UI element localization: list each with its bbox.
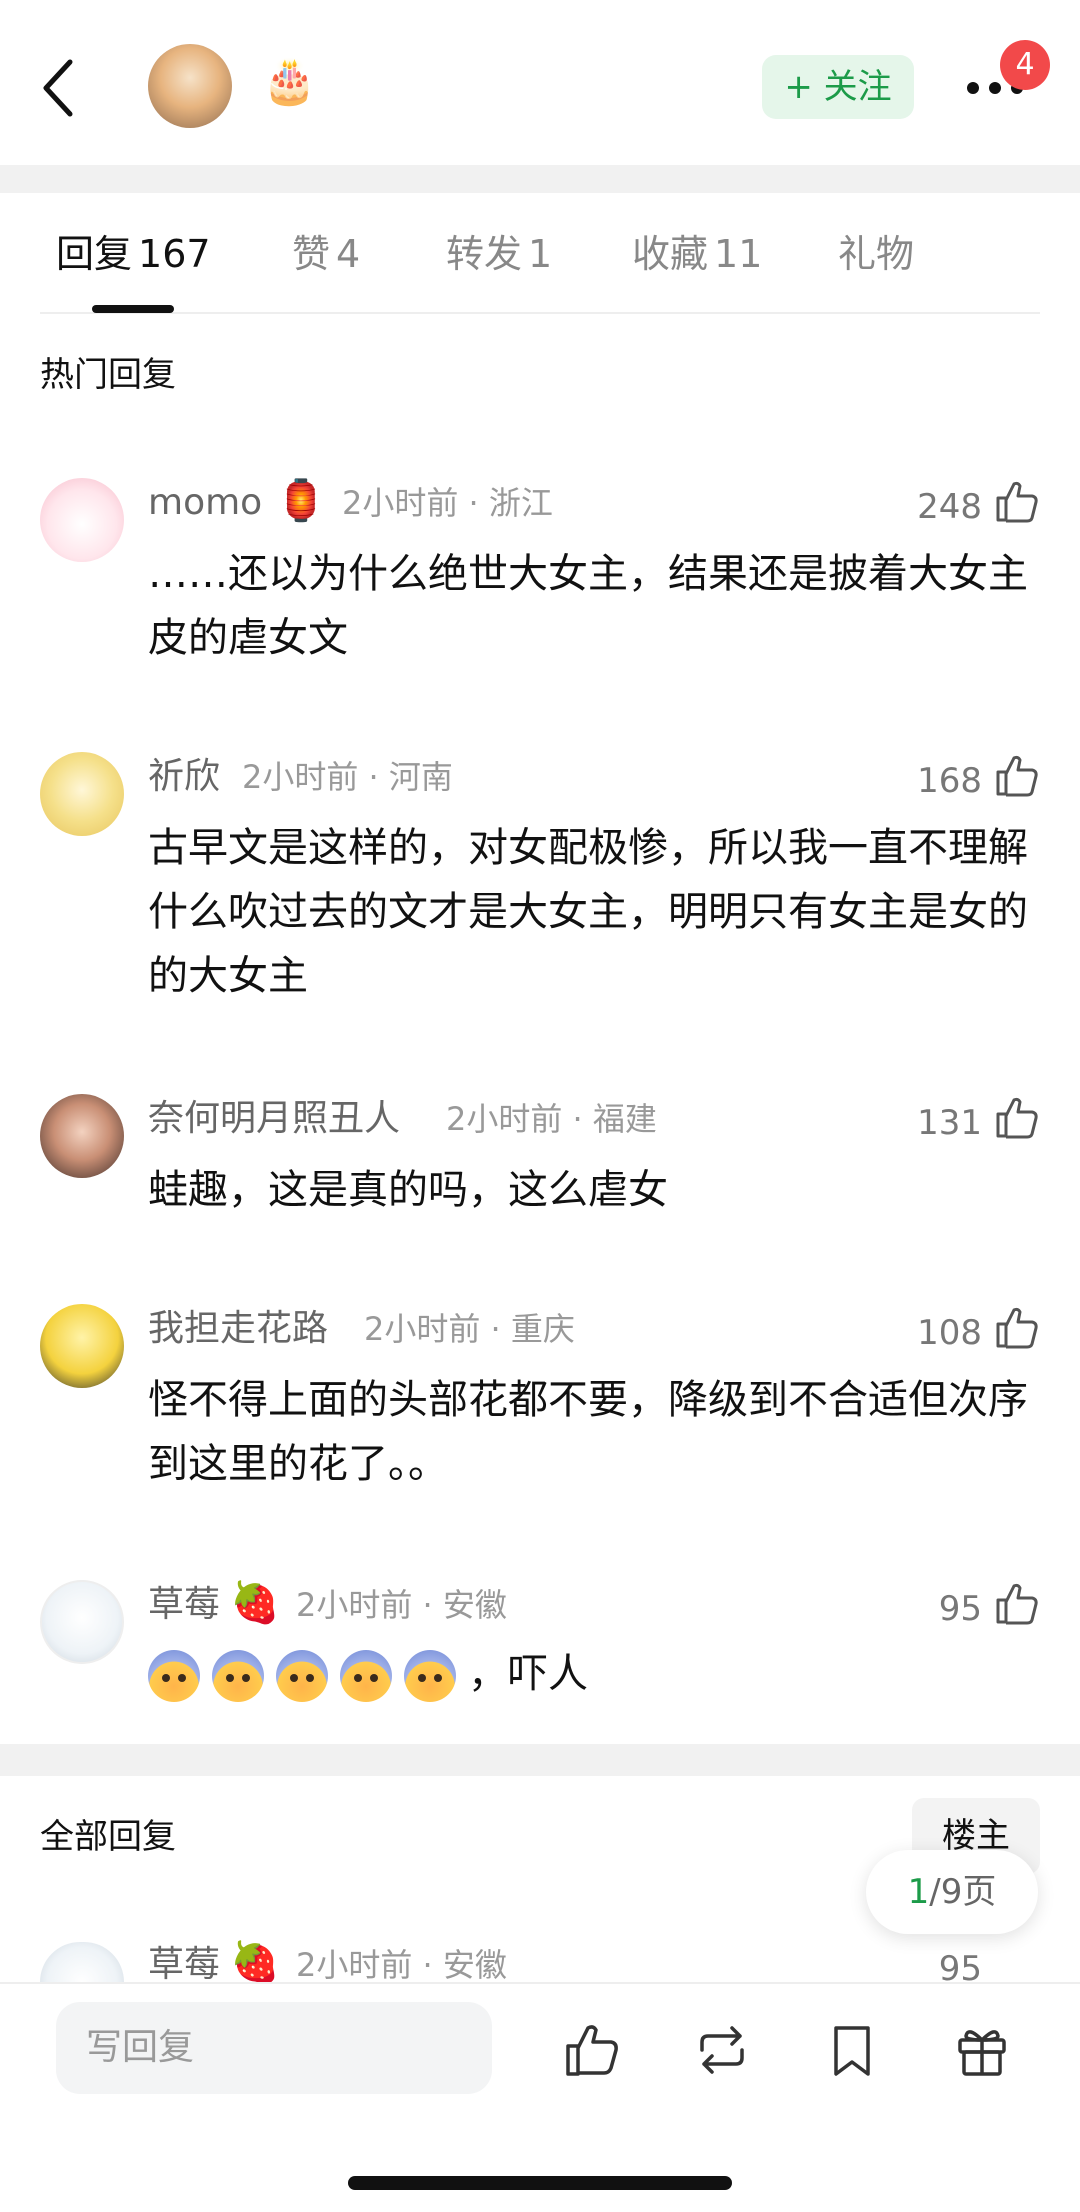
comment-text: 古早文是这样的，对女配极惨，所以我一直不理解什么吹过去的文才是大女主，明明只有女… (148, 825, 1028, 999)
fearful-face-icon (276, 1650, 328, 1702)
tab-reposts[interactable]: 转发 1 (446, 224, 552, 284)
comment-text-suffix: ，吓人 (468, 1651, 588, 1697)
like-count: 248 (917, 487, 982, 527)
comment-text: 蛙趣，这是真的吗，这么虐女 (148, 1167, 668, 1213)
back-button[interactable] (40, 58, 80, 118)
commenter-name[interactable]: 祈欣 (148, 752, 220, 802)
comment-meta: 2小时前 · 浙江 (342, 484, 553, 522)
anxious-sweat-face-icon (404, 1650, 456, 1702)
tabs-divider (40, 312, 1040, 314)
home-indicator (348, 2176, 732, 2190)
fearful-face-icon (212, 1650, 264, 1702)
cake-icon: 🎂 (262, 56, 317, 107)
like-count: 108 (917, 1313, 982, 1353)
commenter-name[interactable]: 草莓 (148, 1940, 220, 1982)
commenter-name[interactable]: 奈何明月照丑人 (148, 1094, 400, 1144)
comment-text: 怪不得上面的头部花都不要，降级到不合适但次序到这里的花了。。 (148, 1377, 1028, 1487)
like-count: 168 (917, 761, 982, 801)
comment-meta: 2小时前 · 河南 (242, 758, 453, 796)
reply-input[interactable]: 写回复 (56, 2002, 492, 2094)
tab-favorites[interactable]: 收藏 11 (632, 224, 762, 284)
anxious-sweat-face-icon (340, 1650, 392, 1702)
comment-meta: 2小时前 · 福建 (446, 1100, 657, 1138)
commenter-name[interactable]: 草莓 (148, 1580, 220, 1630)
strawberry-badge-icon: 🍓 (230, 1940, 280, 1982)
commenter-name[interactable]: momo (148, 478, 262, 528)
follow-button[interactable]: + 关注 (762, 55, 914, 119)
notification-badge: 4 (1000, 40, 1050, 90)
author-avatar[interactable] (148, 44, 232, 128)
like-count: 131 (917, 1103, 982, 1143)
hot-replies-title: 热门回复 (40, 355, 176, 395)
like-count: 95 (938, 1589, 982, 1629)
bookmark-icon[interactable] (822, 2020, 882, 2080)
thumbs-up-icon[interactable] (994, 478, 1040, 524)
thumbs-up-icon[interactable] (994, 752, 1040, 798)
commenter-avatar[interactable] (40, 752, 124, 836)
commenter-avatar[interactable] (40, 478, 124, 562)
commenter-avatar[interactable] (40, 1942, 124, 1982)
comment-text: ，吓人 (148, 1642, 1058, 1706)
commenter-avatar[interactable] (40, 1094, 124, 1178)
like-icon[interactable] (562, 2020, 622, 2080)
comment-meta: 2小时前 · 重庆 (364, 1310, 575, 1348)
thumbs-up-icon[interactable] (994, 1094, 1040, 1140)
repost-icon[interactable] (692, 2020, 752, 2080)
all-replies-title: 全部回复 (40, 1817, 176, 1857)
chevron-left-icon (43, 59, 73, 117)
strawberry-badge-icon: 🍓 (230, 1580, 280, 1626)
comment-meta: 2小时前 · 安徽 (296, 1586, 507, 1624)
section-divider (0, 1744, 1080, 1776)
tab-replies[interactable]: 回复 167 (56, 224, 211, 284)
thumbs-up-icon[interactable] (994, 1580, 1040, 1626)
fearful-face-icon (148, 1650, 200, 1702)
active-tab-indicator (92, 305, 174, 313)
thumbs-up-icon[interactable] (994, 1304, 1040, 1350)
commenter-avatar[interactable] (40, 1580, 124, 1664)
section-divider (0, 165, 1080, 193)
comment-meta: 2小时前 · 安徽 (296, 1946, 507, 1982)
tab-likes[interactable]: 赞4 (292, 224, 360, 284)
tab-gifts[interactable]: 礼物 (838, 224, 914, 284)
gift-icon[interactable] (952, 2020, 1012, 2080)
page-indicator[interactable]: 1/9页 (866, 1850, 1038, 1934)
like-count: 95 (938, 1949, 982, 1982)
commenter-avatar[interactable] (40, 1304, 124, 1388)
commenter-name[interactable]: 我担走花路 (148, 1304, 328, 1354)
lantern-badge-icon: 🏮 (276, 478, 326, 524)
comment-text: ……还以为什么绝世大女主，结果还是披着大女主皮的虐女文 (148, 551, 1028, 661)
